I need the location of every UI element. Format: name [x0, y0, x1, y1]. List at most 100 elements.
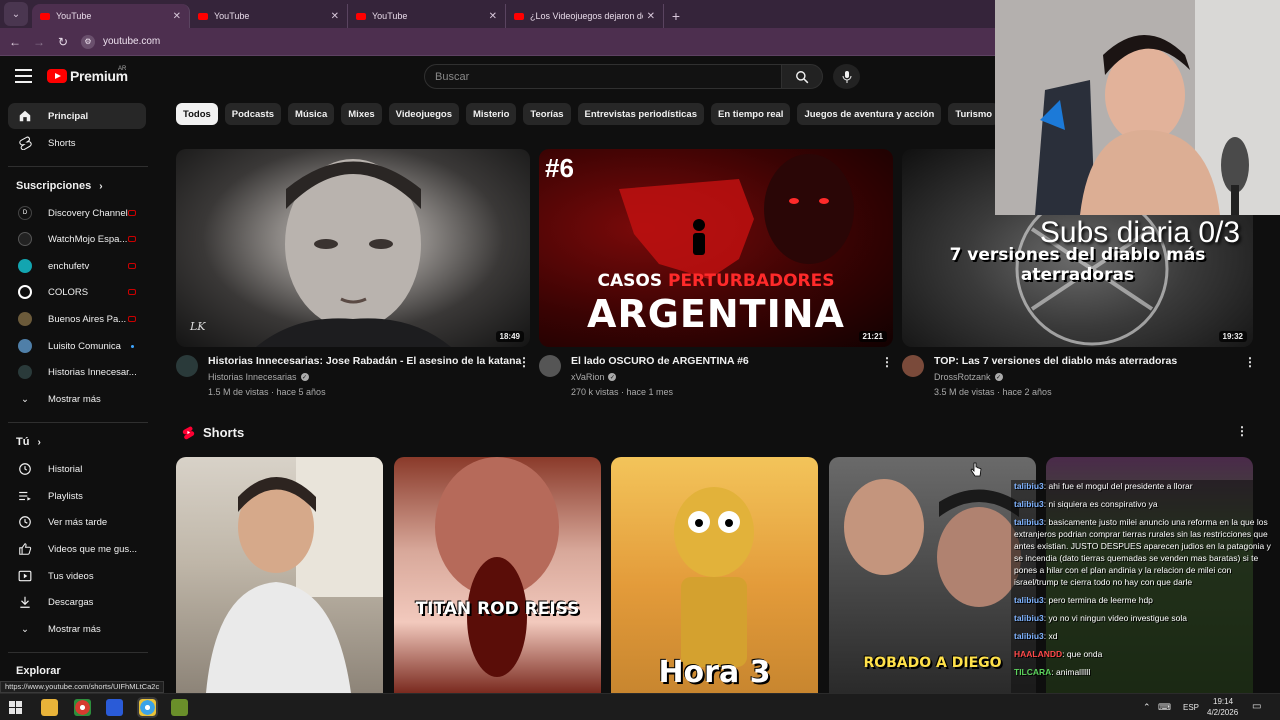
verified-icon: ✓: [300, 373, 309, 381]
chat-text: : ahi fue el mogul del presidente a llor…: [1043, 481, 1193, 491]
chip[interactable]: Todos: [176, 103, 218, 125]
browser-tab[interactable]: YouTube ✕: [190, 4, 348, 28]
sidebar-item-liked[interactable]: Videos que me gus...: [8, 536, 146, 562]
sidebar-item-downloads[interactable]: Descargas: [8, 589, 146, 615]
menu-icon[interactable]: [15, 69, 32, 83]
close-icon[interactable]: ✕: [173, 11, 181, 22]
search-button[interactable]: [781, 64, 823, 89]
webcam-overlay: [995, 0, 1280, 215]
short-titan-graphic: [435, 457, 559, 677]
notification-icon[interactable]: ▭: [1252, 701, 1261, 712]
sidebar-item-subscription[interactable]: COLORS: [8, 279, 146, 305]
category-chips: Todos Podcasts Música Mixes Videojuegos …: [176, 103, 995, 125]
duration-badge: 19:32: [1218, 331, 1247, 342]
channel-name-text: Historias Innecesarias: [208, 372, 297, 382]
chevron-up-icon[interactable]: ⌃: [1143, 702, 1151, 713]
more-options-icon[interactable]: ⋮: [1236, 424, 1248, 438]
app-icon[interactable]: [171, 699, 188, 716]
status-url: https://www.youtube.com/shorts/UIFhMLtCa…: [0, 681, 165, 693]
channel-avatar: [18, 259, 32, 273]
address-bar[interactable]: ⚙ youtube.com: [81, 31, 995, 53]
video-title[interactable]: El lado OSCURO de ARGENTINA #6: [571, 355, 749, 367]
channel-avatar[interactable]: [902, 355, 924, 377]
chip[interactable]: Misterio: [465, 103, 517, 125]
chrome-icon[interactable]: [74, 699, 91, 716]
channel-avatar[interactable]: [176, 355, 198, 377]
chat-text: : ni siquiera es conspirativo ya: [1043, 499, 1158, 509]
sidebar-item-shorts[interactable]: Shorts: [8, 130, 146, 156]
file-explorer-icon[interactable]: [41, 699, 58, 716]
sidebar-item-principal[interactable]: Principal: [8, 103, 146, 129]
you-heading[interactable]: Tú ›: [16, 436, 41, 448]
sidebar-item-subscription[interactable]: WatchMojo Espa...: [8, 226, 146, 252]
sidebar-item-playlists[interactable]: Playlists: [8, 483, 146, 509]
channel-name[interactable]: DrossRotzank ✓: [934, 372, 1003, 382]
sidebar-item-subscription[interactable]: enchufetv: [8, 253, 146, 279]
sidebar-item-label: Buenos Aires Pa...: [48, 313, 127, 325]
windows-start-icon[interactable]: [9, 701, 22, 714]
chip[interactable]: Podcasts: [224, 103, 282, 125]
more-options-icon[interactable]: ⋮: [881, 355, 893, 369]
chip[interactable]: Entrevistas periodísticas: [577, 103, 704, 125]
browser-tab[interactable]: YouTube ✕: [348, 4, 506, 28]
sidebar-item-subscription[interactable]: Historias Innecesar...: [8, 359, 146, 385]
show-more-button[interactable]: ⌄ Mostrar más: [8, 386, 146, 412]
more-options-icon[interactable]: ⋮: [518, 355, 530, 369]
close-icon[interactable]: ✕: [331, 11, 339, 22]
chip[interactable]: Música: [288, 103, 335, 125]
video-title[interactable]: TOP: Las 7 versiones del diablo más ater…: [934, 355, 1177, 367]
subscriptions-heading[interactable]: Suscripciones ›: [16, 180, 103, 192]
show-more-button[interactable]: ⌄ Mostrar más: [8, 616, 146, 642]
playlist-icon: [18, 489, 32, 503]
short-thumbnail[interactable]: ROBADO A DIEGO: [829, 457, 1036, 693]
site-info-icon[interactable]: ⚙: [81, 34, 95, 49]
search-input[interactable]: Buscar: [424, 64, 782, 89]
new-tab-button[interactable]: +: [664, 8, 688, 24]
close-icon[interactable]: ✕: [647, 11, 655, 22]
browser-tab[interactable]: ¿Los Videojuegos dejaron de E... ✕: [506, 4, 664, 28]
channel-name[interactable]: xVaRion ✓: [571, 372, 617, 382]
close-icon[interactable]: ✕: [489, 11, 497, 22]
chip[interactable]: En tiempo real: [710, 103, 791, 125]
chip[interactable]: Turismo: [948, 103, 995, 125]
keyboard-icon[interactable]: ⌨: [1158, 702, 1171, 713]
channel-avatar[interactable]: [539, 355, 561, 377]
clock-date[interactable]: 4/2/2026: [1207, 708, 1238, 717]
forward-icon[interactable]: →: [27, 35, 51, 49]
sidebar-item-your-videos[interactable]: Tus videos: [8, 563, 146, 589]
chip[interactable]: Videojuegos: [388, 103, 459, 125]
clock-time[interactable]: 19:14: [1213, 697, 1233, 706]
sidebar-item-subscription[interactable]: D Discovery Channel: [8, 200, 146, 226]
thumbnail-text-line2: ARGENTINA: [587, 292, 845, 336]
sidebar-item-subscription[interactable]: Buenos Aires Pa...: [8, 306, 146, 332]
short-thumbnail[interactable]: Hora 3: [611, 457, 818, 693]
back-icon[interactable]: ←: [3, 35, 27, 49]
short-thumbnail[interactable]: TITAN ROD REISS: [394, 457, 601, 693]
sidebar-item-historial[interactable]: Historial: [8, 456, 146, 482]
chip[interactable]: Juegos de aventura y acción: [797, 103, 942, 125]
channel-name[interactable]: Historias Innecesarias ✓: [208, 372, 309, 382]
language-indicator[interactable]: ESP: [1183, 703, 1199, 712]
short-thumbnail[interactable]: [176, 457, 383, 693]
sidebar-item-watch-later[interactable]: Ver más tarde: [8, 509, 146, 535]
sidebar-item-label: COLORS: [48, 286, 89, 298]
app-icon[interactable]: [106, 699, 123, 716]
video-title[interactable]: Historias Innecesarias: Jose Rabadán - E…: [208, 355, 521, 367]
tab-search-button[interactable]: ⌄: [4, 2, 28, 26]
duration-badge: 18:49: [495, 331, 524, 342]
browser-tab[interactable]: YouTube ✕: [32, 4, 190, 28]
tab-label: YouTube: [56, 11, 92, 21]
sidebar-item-label: Shorts: [48, 137, 76, 149]
chrome-icon[interactable]: [137, 697, 158, 718]
short-caption: Hora 3: [658, 655, 771, 690]
video-thumbnail[interactable]: LK 18:49: [176, 149, 530, 347]
more-options-icon[interactable]: ⋮: [1244, 355, 1256, 369]
chip[interactable]: Teorías: [523, 103, 571, 125]
youtube-logo[interactable]: Premium AR: [47, 66, 128, 84]
thumbnail-portrait-graphic: [256, 159, 451, 347]
chip[interactable]: Mixes: [341, 103, 382, 125]
reload-icon[interactable]: ↻: [51, 35, 75, 49]
sidebar-item-subscription[interactable]: Luisito Comunica: [8, 333, 146, 359]
voice-search-button[interactable]: [833, 64, 860, 89]
video-thumbnail[interactable]: #6 CASOS PERTURBADORES ARGENTINA 21:21: [539, 149, 893, 347]
